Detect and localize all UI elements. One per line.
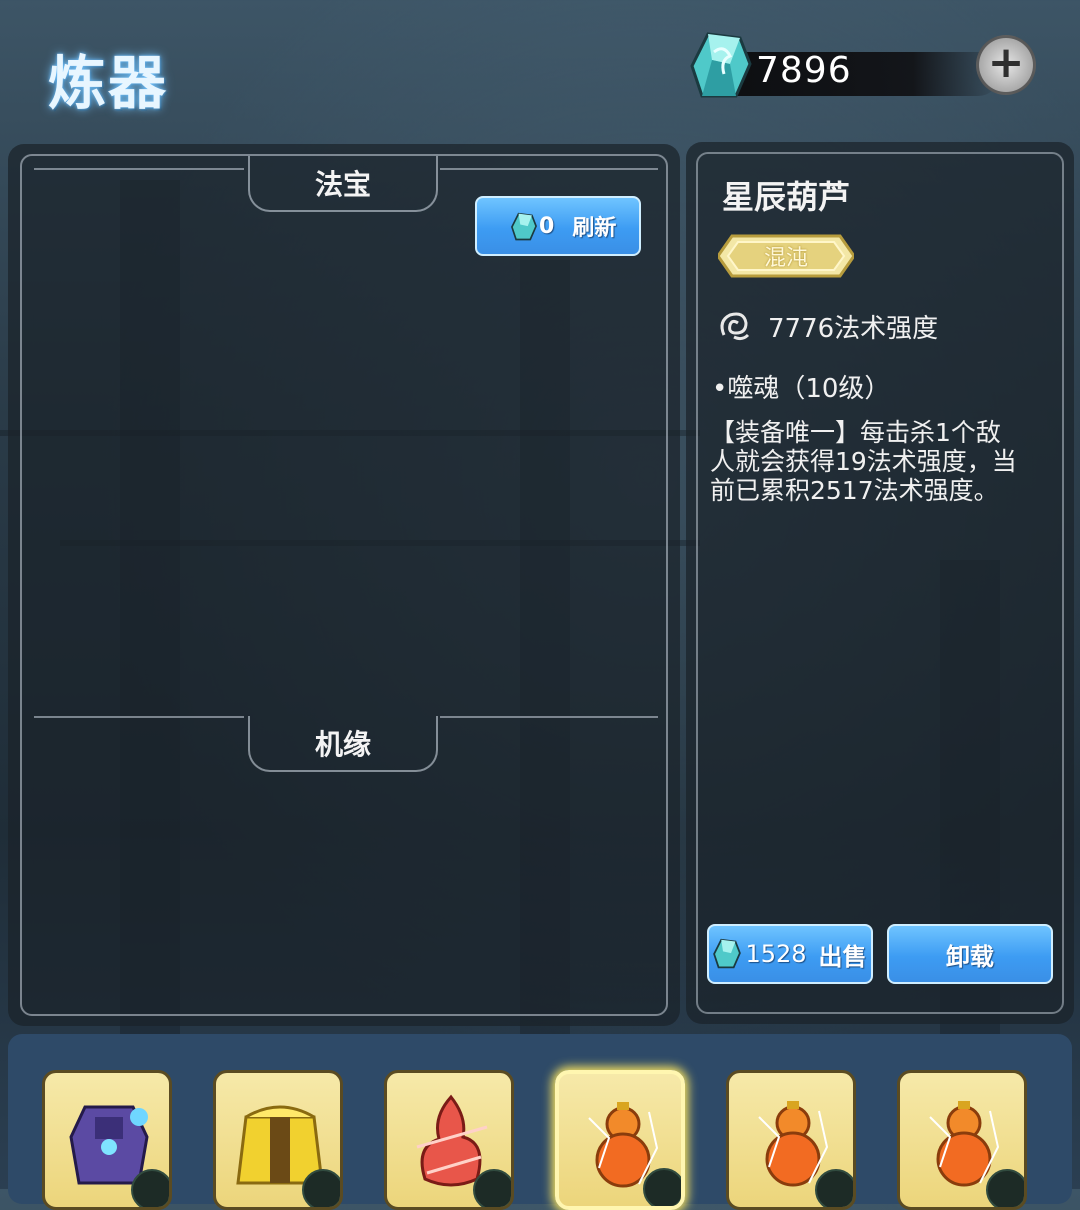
refresh-label: 刷新 bbox=[572, 216, 617, 241]
inventory-slot-3[interactable] bbox=[384, 1070, 514, 1210]
currency-bar: 7896 + bbox=[690, 30, 1070, 114]
stat-row: 7776法术强度 bbox=[716, 306, 938, 346]
inventory-slot-6[interactable] bbox=[897, 1070, 1027, 1210]
jade-gem-icon bbox=[713, 938, 742, 969]
unequip-button[interactable]: 卸载 bbox=[887, 924, 1053, 984]
spell-swirl-icon bbox=[720, 312, 750, 341]
forge-panel bbox=[8, 144, 680, 1026]
item-name: 星辰葫芦 bbox=[722, 178, 851, 216]
inventory-slot-2[interactable] bbox=[213, 1070, 343, 1210]
skill-description: 【装备唯一】每击杀1个敌人就会获得19法术强度，当前已累积2517法术强度。 bbox=[710, 418, 1017, 505]
sell-button[interactable]: 1528 出售 bbox=[707, 924, 873, 984]
skill-name: •噬魂（10级） bbox=[712, 374, 891, 404]
sell-label: 出售 bbox=[818, 942, 867, 971]
spell-power-stat: 7776法术强度 bbox=[768, 313, 939, 344]
inventory-slot-5[interactable] bbox=[726, 1070, 856, 1210]
jade-gem-icon bbox=[511, 212, 537, 241]
treasure-section-header: 法宝 bbox=[248, 156, 438, 212]
fortune-section-header: 机缘 bbox=[248, 716, 438, 772]
refresh-cost: 0 bbox=[539, 213, 555, 239]
rarity-badge: 混沌 bbox=[718, 234, 854, 278]
inventory-slot-4[interactable] bbox=[555, 1070, 685, 1210]
add-currency-button[interactable]: + bbox=[976, 35, 1036, 95]
inventory-slot-1[interactable] bbox=[42, 1070, 172, 1210]
currency-amount: 7896 bbox=[756, 50, 852, 91]
page-title: 炼器 bbox=[48, 49, 169, 117]
jade-gem-icon bbox=[690, 32, 752, 98]
sell-price: 1528 bbox=[745, 940, 807, 968]
refresh-button[interactable]: 0 刷新 bbox=[475, 196, 641, 256]
